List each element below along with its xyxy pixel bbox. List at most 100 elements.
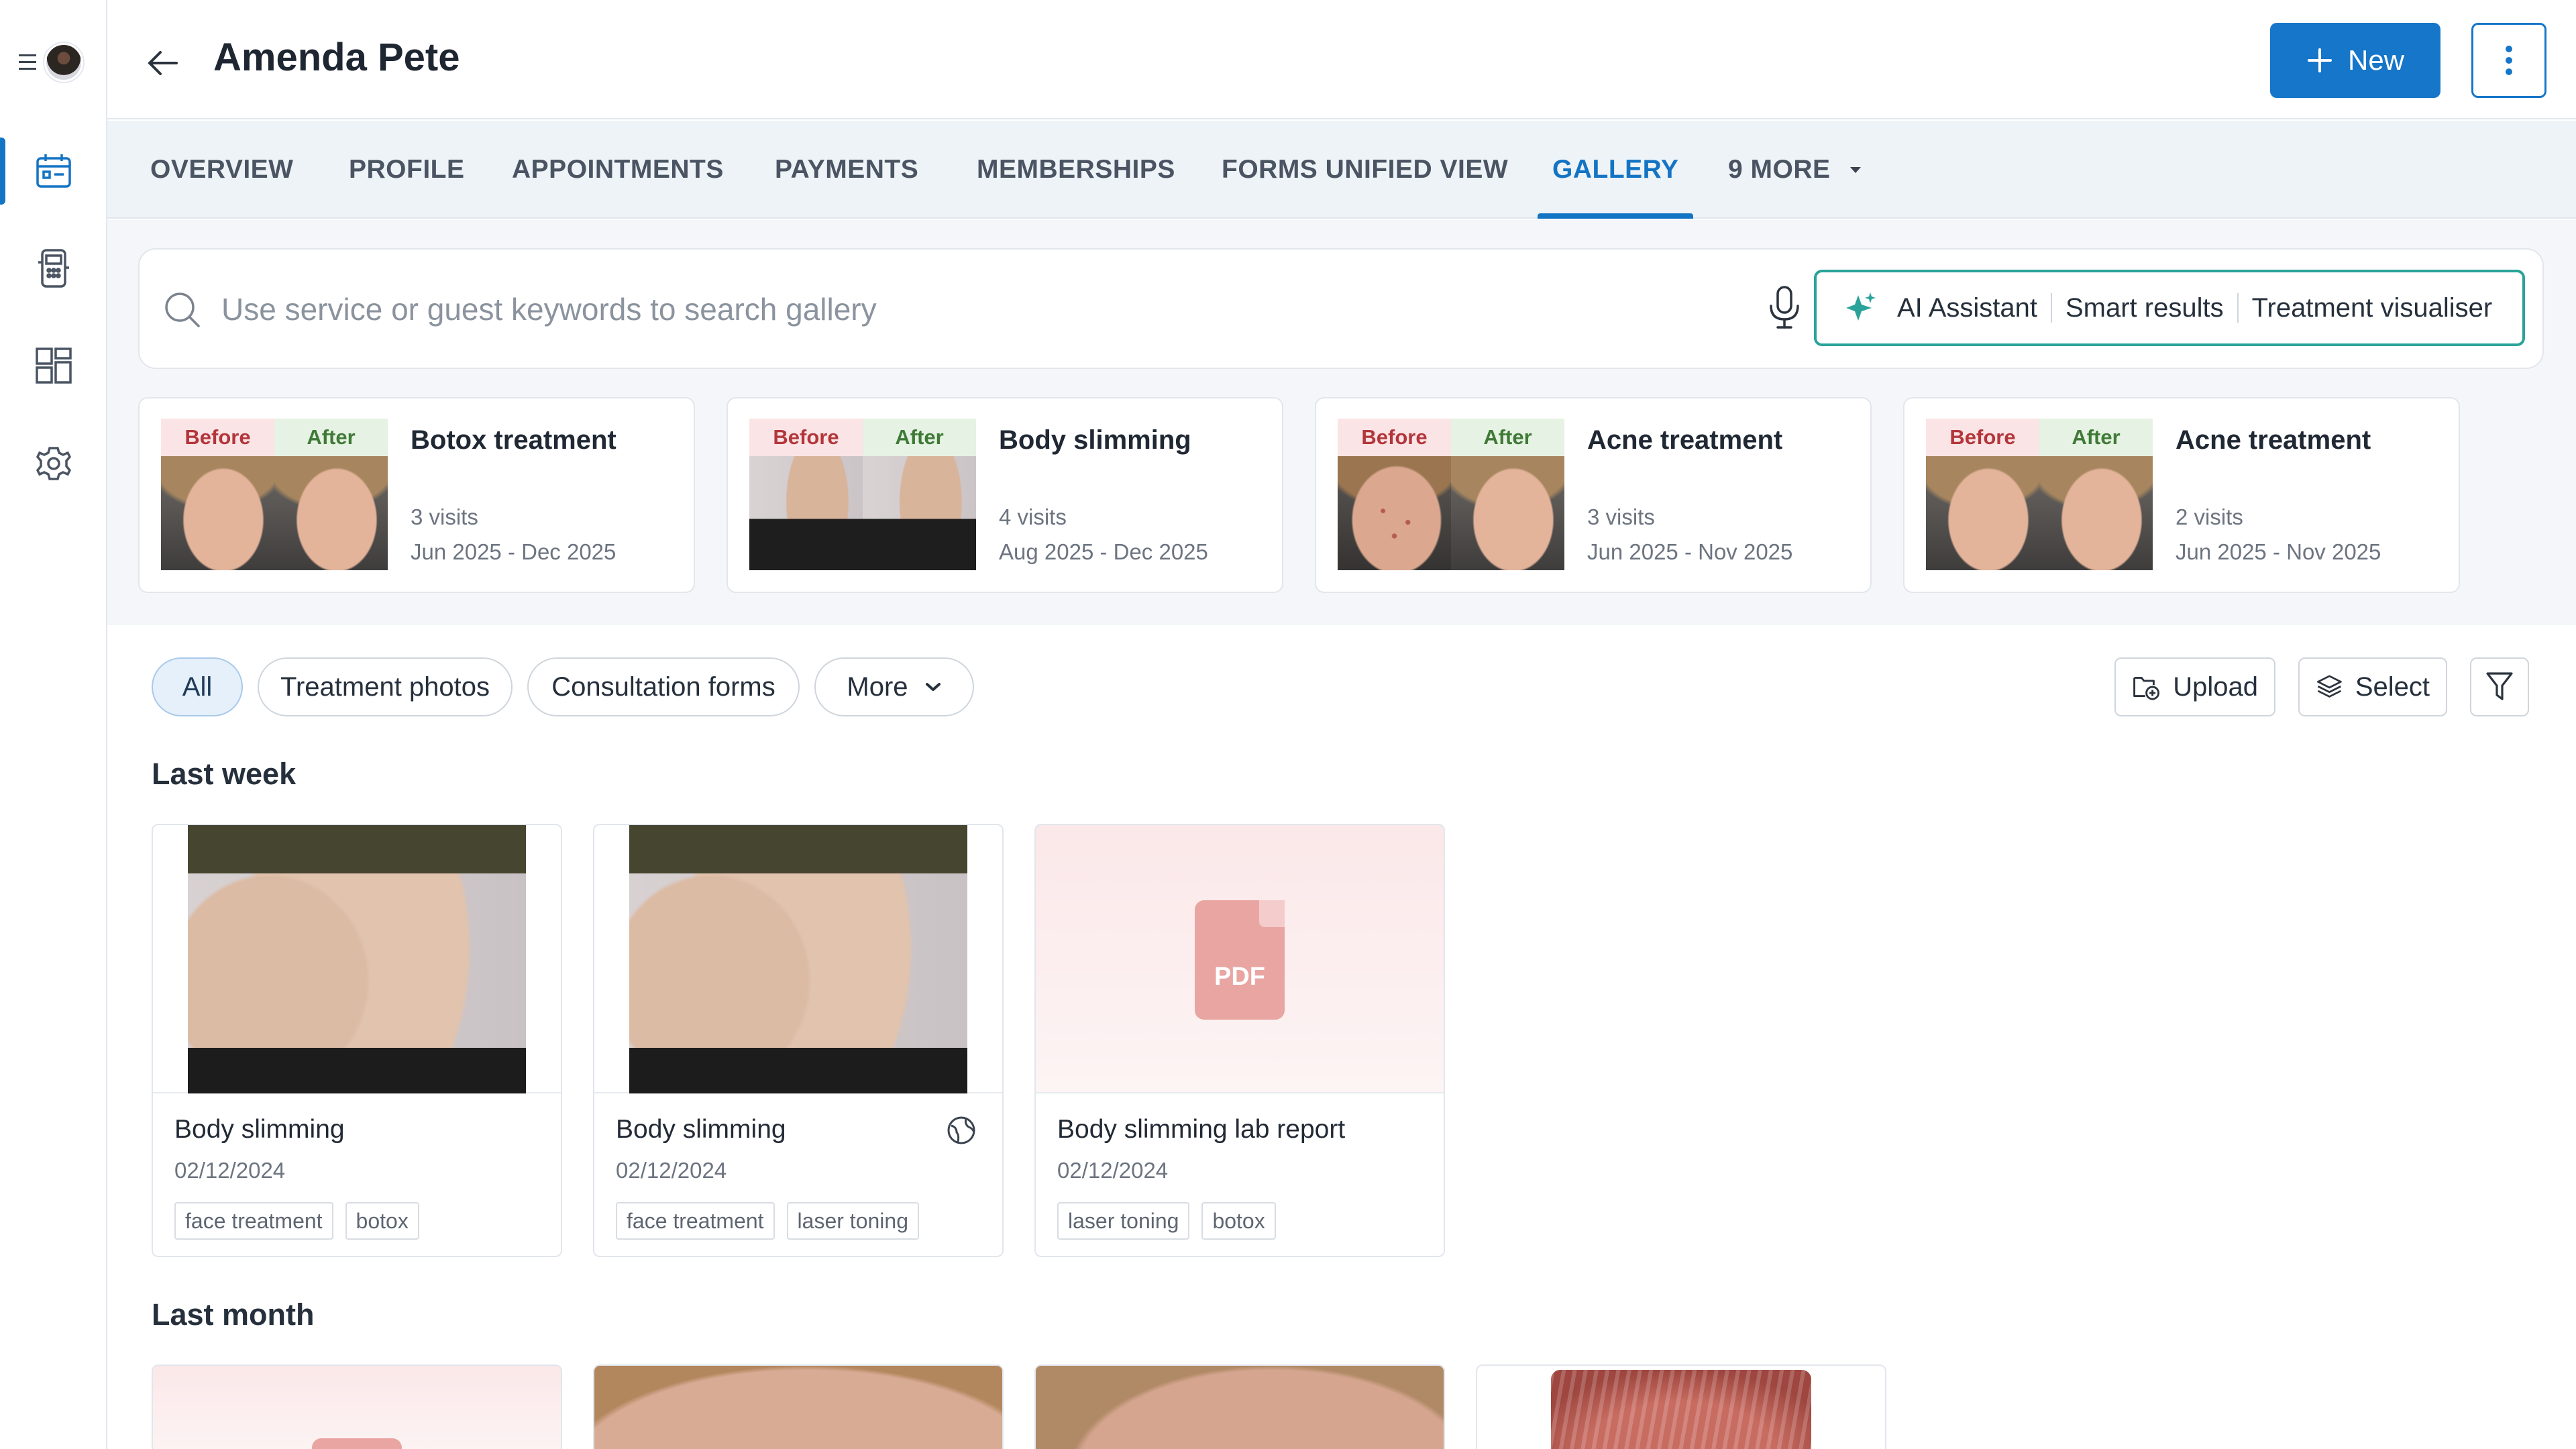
layers-icon [2317,675,2342,698]
before-label: Before [749,419,863,456]
rail-settings[interactable] [0,427,107,500]
gallery-card-title: Body slimming lab report [1057,1115,1346,1144]
search-icon [165,292,200,327]
date-range: Jun 2025 - Dec 2025 [411,539,616,564]
visit-count: 3 visits [411,504,478,529]
tab-appointments[interactable]: APPOINTMENTS [512,121,724,219]
gallery-card-date: 02/12/2024 [174,1158,286,1183]
before-photo [749,456,863,570]
gear-icon [36,447,72,480]
select-button-label: Select [2355,672,2430,702]
page-header: Amenda Pete New [107,0,2576,119]
gallery-card[interactable]: Body slimming 02/12/2024 face treatment … [593,824,1004,1257]
gallery-card-title: Body slimming [616,1115,786,1144]
filter-chip-consultation-forms[interactable]: Consultation forms [527,657,800,716]
visit-count: 4 visits [999,504,1067,529]
divider [2237,293,2239,323]
tag: face treatment [616,1202,775,1240]
gallery-card[interactable] [152,1364,562,1449]
tab-more[interactable]: 9 MORE [1728,121,1863,219]
filter-chip-treatment-photos[interactable]: Treatment photos [258,657,513,716]
gallery-card-tags: face treatment botox [174,1202,419,1240]
menu-avatar-button[interactable] [19,42,86,83]
sparkle-icon [1846,292,1876,321]
tab-overview[interactable]: OVERVIEW [150,121,294,219]
dashboard-icon [36,347,72,384]
before-after-images: Before After [1338,419,1564,570]
ai-tools-bar: AI Assistant Smart results Treatment vis… [1814,270,2525,346]
filter-funnel-icon [2486,672,2513,700]
before-after-card[interactable]: Before After Botox treatment 3 visits Ju… [138,397,695,593]
rail-pos[interactable] [0,231,107,305]
tag: laser toning [786,1202,919,1240]
gallery-card[interactable] [593,1364,1004,1449]
upload-button-label: Upload [2173,672,2258,702]
before-label: Before [161,419,274,456]
pdf-fold [1259,900,1285,927]
gallery-card[interactable] [1034,1364,1445,1449]
tab-more-label: 9 MORE [1728,155,1831,184]
before-photo [1338,456,1451,570]
back-button[interactable] [141,42,184,85]
top-panel: Use service or guest keywords to search … [107,220,2576,625]
gallery-thumbnail [594,825,1002,1093]
microphone-icon[interactable] [1767,284,1802,331]
before-after-images: Before After [1926,419,2153,570]
after-label: After [1451,419,1564,456]
gallery-card[interactable] [1476,1364,1886,1449]
tab-forms-unified-view[interactable]: FORMS UNIFIED VIEW [1222,121,1508,219]
before-after-images: Before After [749,419,976,570]
tag: face treatment [174,1202,333,1240]
search-input[interactable]: Use service or guest keywords to search … [221,291,877,327]
new-button[interactable]: New [2270,23,2440,98]
gallery-card-tags: face treatment laser toning [616,1202,919,1240]
select-button[interactable]: Select [2298,657,2447,716]
before-after-card[interactable]: Before After Body slimming 4 visits Aug … [727,397,1283,593]
before-label: Before [1338,419,1451,456]
page-title: Amenda Pete [213,36,460,79]
upload-button[interactable]: Upload [2114,657,2275,716]
tab-memberships[interactable]: MEMBERSHIPS [977,121,1175,219]
ai-assistant-button[interactable]: AI Assistant [1897,293,2037,323]
filter-button[interactable] [2470,657,2529,716]
filter-chip-all[interactable]: All [152,657,243,716]
rail-calendar[interactable] [0,134,107,208]
tag: botox [1201,1202,1276,1240]
before-photo [1926,456,2039,570]
pdf-file-icon [312,1438,402,1449]
gallery-card[interactable]: Body slimming 02/12/2024 face treatment … [152,824,562,1257]
before-photo [161,456,274,570]
more-options-button[interactable] [2471,23,2546,98]
before-after-card[interactable]: Before After Acne treatment 3 visits Jun… [1315,397,1872,593]
gallery-card-title: Body slimming [174,1115,345,1144]
treatment-title: Botox treatment [411,425,616,455]
gallery-card-date: 02/12/2024 [616,1158,727,1183]
chevron-down-icon [925,683,941,691]
upload-folder-icon [2133,677,2160,700]
tab-payments[interactable]: PAYMENTS [775,121,918,219]
section-heading-last-month: Last month [152,1297,315,1332]
after-photo [1451,456,1564,570]
after-label: After [2039,419,2153,456]
chevron-down-icon [1849,167,1861,173]
gallery-card-date: 02/12/2024 [1057,1158,1169,1183]
gallery-card-tags: laser toning botox [1057,1202,1276,1240]
divider [2050,293,2052,323]
smart-results-button[interactable]: Smart results [2065,293,2224,323]
globe-icon[interactable] [946,1115,977,1146]
avatar [44,43,83,82]
before-after-images: Before After [161,419,388,570]
date-range: Jun 2025 - Nov 2025 [1587,539,1793,564]
rail-dashboard[interactable] [0,329,107,402]
treatment-visualiser-button[interactable]: Treatment visualiser [2252,293,2493,323]
new-button-label: New [2347,44,2405,76]
tab-profile[interactable]: PROFILE [349,121,465,219]
before-after-card[interactable]: Before After Acne treatment 2 visits Jun… [1903,397,2460,593]
visit-count: 3 visits [1587,504,1655,529]
filter-chip-more-label: More [847,672,908,702]
tab-gallery[interactable]: GALLERY [1537,121,1694,219]
kebab-menu-icon [2506,46,2512,75]
calendar-icon [36,154,71,188]
filter-chip-more[interactable]: More [814,657,974,716]
gallery-card[interactable]: PDF Body slimming lab report 02/12/2024 … [1034,824,1445,1257]
